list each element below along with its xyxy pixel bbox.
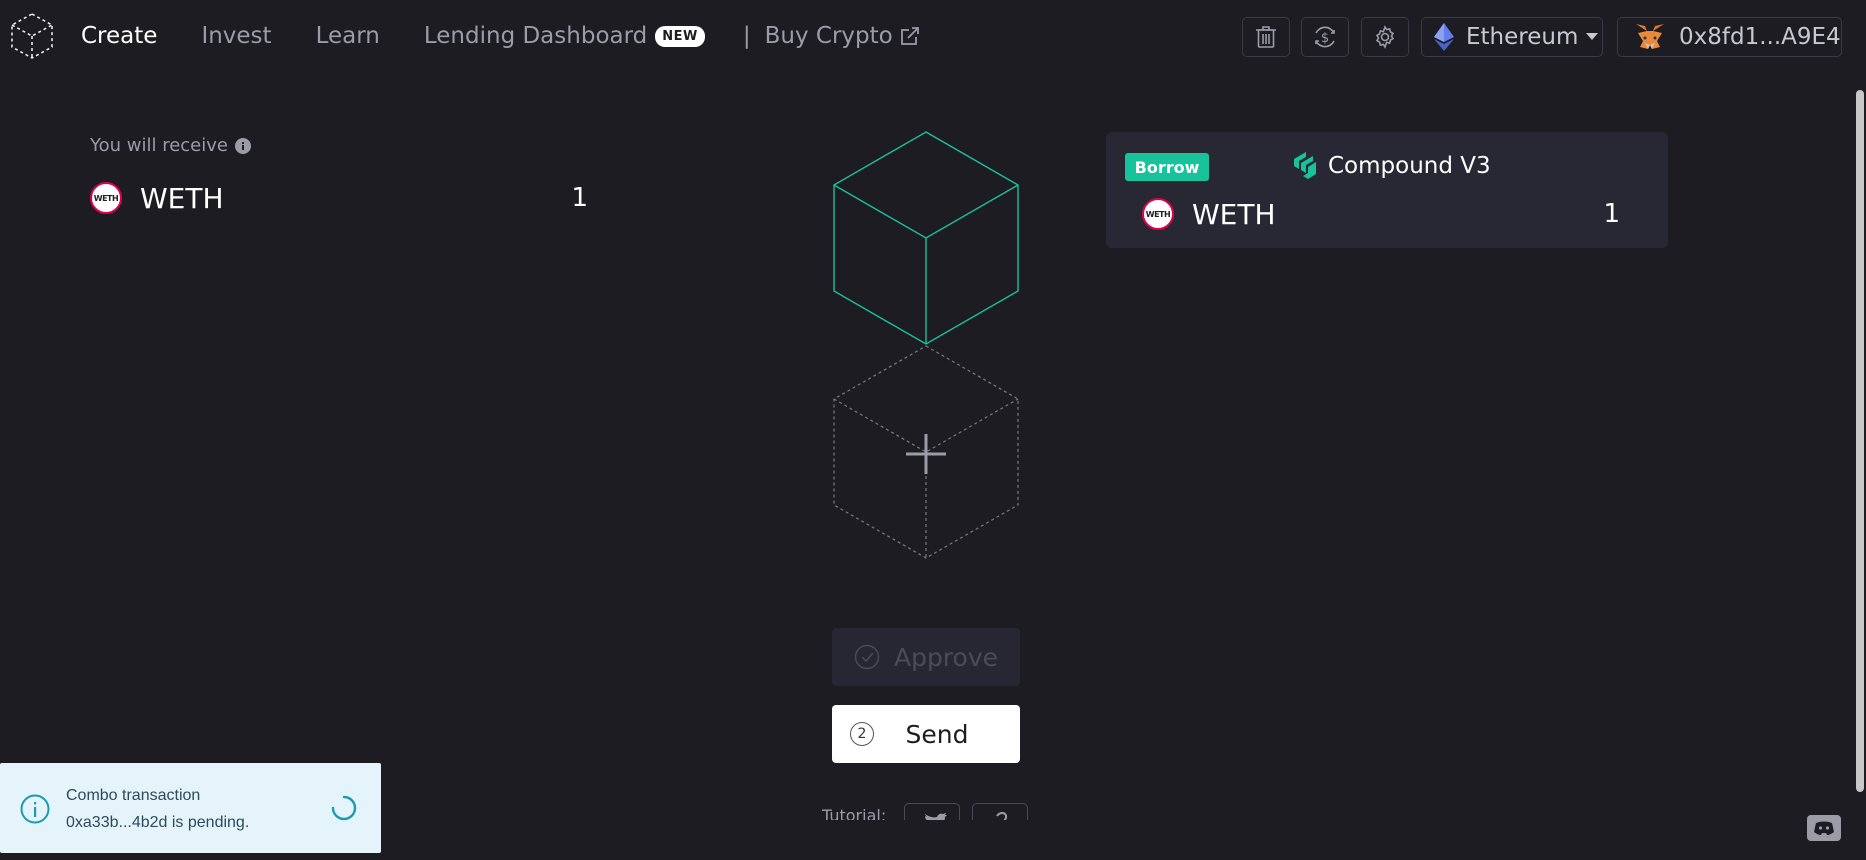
gear-icon [1375, 25, 1395, 49]
wallet-address: 0x8fd1...A9E4 [1679, 24, 1841, 50]
receive-token-row: WETH WETH 1 [90, 180, 590, 216]
cube-logo-icon[interactable] [10, 12, 54, 60]
loading-spinner-icon [331, 795, 357, 821]
info-icon[interactable] [234, 137, 251, 154]
combo-blocks-graphic [833, 131, 1019, 559]
nav-separator: | [742, 23, 751, 49]
borrow-action-card[interactable]: Borrow Compound V3 WETH WETH 1 [1106, 132, 1668, 248]
discord-chat-icon[interactable] [1806, 814, 1842, 844]
top-navigation-bar: Create Invest Learn Lending Dashboard NE… [0, 0, 1866, 72]
action-amount: 1 [1603, 199, 1620, 229]
compound-logo-icon [1294, 152, 1316, 179]
buy-crypto-label: Buy Crypto [764, 23, 893, 49]
action-token-symbol: WETH [1192, 197, 1276, 231]
svg-text:$: $ [1321, 31, 1329, 46]
weth-token-icon: WETH [90, 182, 122, 214]
nav-lending-dashboard[interactable]: Lending Dashboard NEW [424, 23, 705, 49]
nav-learn[interactable]: Learn [316, 23, 380, 49]
twitter-icon [925, 813, 947, 820]
step-number: 2 [850, 722, 874, 746]
settings-button[interactable] [1361, 17, 1409, 57]
nav-invest[interactable]: Invest [201, 23, 271, 49]
new-badge: NEW [655, 25, 705, 47]
chevron-down-icon [1586, 33, 1599, 40]
protocol-label: Compound V3 [1292, 151, 1491, 181]
receive-amount: 1 [571, 183, 588, 213]
metamask-fox-icon [1636, 24, 1664, 49]
link-icon [996, 811, 1008, 820]
toast-message: Combo transaction 0xa33b...4b2d is pendi… [66, 787, 250, 831]
plus-icon[interactable] [906, 434, 946, 474]
tutorial-label: Tutorial: [822, 806, 887, 820]
buy-crypto-link[interactable]: | Buy Crypto [743, 23, 921, 49]
main-nav: Create Invest Learn Lending Dashboard NE… [81, 0, 921, 72]
borrow-block-cube[interactable] [833, 131, 1019, 345]
send-button[interactable]: 2 Send [832, 705, 1020, 763]
receive-label: You will receive [90, 135, 251, 156]
tutorial-row: Tutorial: [820, 800, 1030, 820]
action-token-row: WETH WETH 1 [1142, 196, 1642, 232]
network-label: Ethereum [1466, 24, 1579, 50]
check-circle-icon [854, 644, 880, 670]
nav-create[interactable]: Create [81, 23, 157, 49]
wallet-button[interactable]: 0x8fd1...A9E4 [1617, 17, 1842, 57]
borrow-badge: Borrow [1125, 153, 1209, 181]
simulate-button[interactable]: $ [1301, 17, 1349, 57]
info-circle-icon [20, 794, 50, 824]
twitter-button[interactable] [904, 803, 960, 820]
approve-button[interactable]: Approve [832, 628, 1020, 686]
trash-icon [1256, 26, 1276, 48]
clear-button[interactable] [1242, 17, 1290, 57]
page-scrollbar[interactable] [1856, 90, 1864, 792]
receive-token-symbol: WETH [140, 181, 224, 215]
docs-button[interactable] [972, 803, 1028, 820]
convert-dollar-icon: $ [1315, 26, 1335, 48]
network-selector[interactable]: Ethereum [1421, 17, 1603, 57]
ethereum-icon [1434, 23, 1454, 51]
external-link-icon [900, 27, 919, 45]
weth-token-icon: WETH [1142, 198, 1174, 230]
pending-transaction-toast[interactable]: Combo transaction 0xa33b...4b2d is pendi… [0, 763, 381, 853]
